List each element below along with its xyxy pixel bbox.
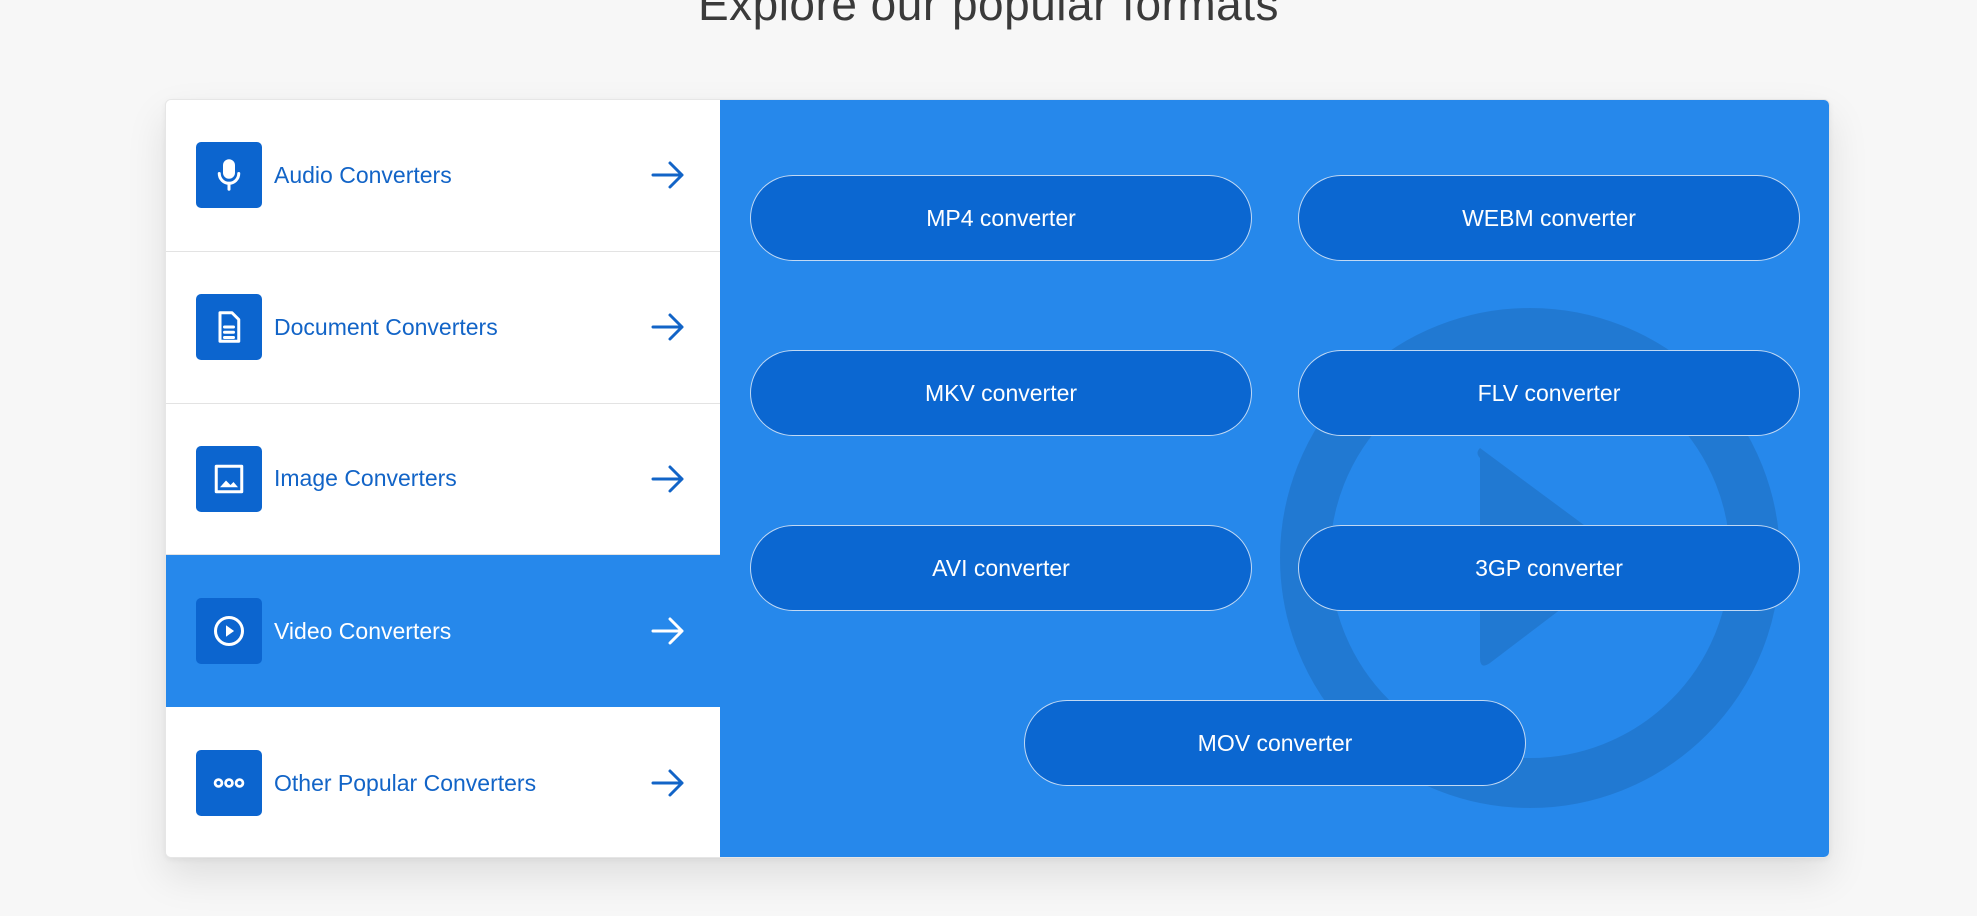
category-document[interactable]: Document Converters bbox=[166, 251, 720, 404]
arrow-right-icon bbox=[651, 161, 684, 189]
arrow-right-icon bbox=[651, 313, 684, 341]
webm-converter-button[interactable]: WEBM converter bbox=[1298, 175, 1800, 261]
mkv-converter-button[interactable]: MKV converter bbox=[750, 350, 1252, 436]
mp4-converter-button[interactable]: MP4 converter bbox=[750, 175, 1252, 261]
converter-card: Audio Converters Document Converters Ima… bbox=[165, 99, 1830, 858]
category-image[interactable]: Image Converters bbox=[166, 403, 720, 556]
avi-converter-button[interactable]: AVI converter bbox=[750, 525, 1252, 611]
arrow-right-icon bbox=[651, 769, 684, 797]
category-audio[interactable]: Audio Converters bbox=[166, 100, 720, 252]
microphone-icon bbox=[196, 142, 262, 209]
document-icon bbox=[196, 294, 262, 361]
flv-converter-button[interactable]: FLV converter bbox=[1298, 350, 1800, 436]
category-other[interactable]: Other Popular Converters bbox=[166, 707, 720, 857]
converter-panel: MP4 converter WEBM converter MKV convert… bbox=[720, 100, 1829, 857]
page: Explore our popular formats Audio Conver… bbox=[0, 0, 1977, 916]
3gp-converter-button[interactable]: 3GP converter bbox=[1298, 525, 1800, 611]
arrow-right-icon bbox=[651, 617, 684, 645]
image-icon bbox=[196, 445, 262, 512]
more-dots-icon bbox=[196, 750, 262, 817]
mov-converter-button[interactable]: MOV converter bbox=[1024, 700, 1526, 786]
category-video[interactable]: Video Converters bbox=[166, 555, 720, 708]
play-circle-icon bbox=[196, 598, 262, 665]
section-title: Explore our popular formats bbox=[697, 0, 1280, 30]
arrow-right-icon bbox=[651, 465, 684, 493]
category-sidebar: Audio Converters Document Converters Ima… bbox=[166, 100, 720, 857]
